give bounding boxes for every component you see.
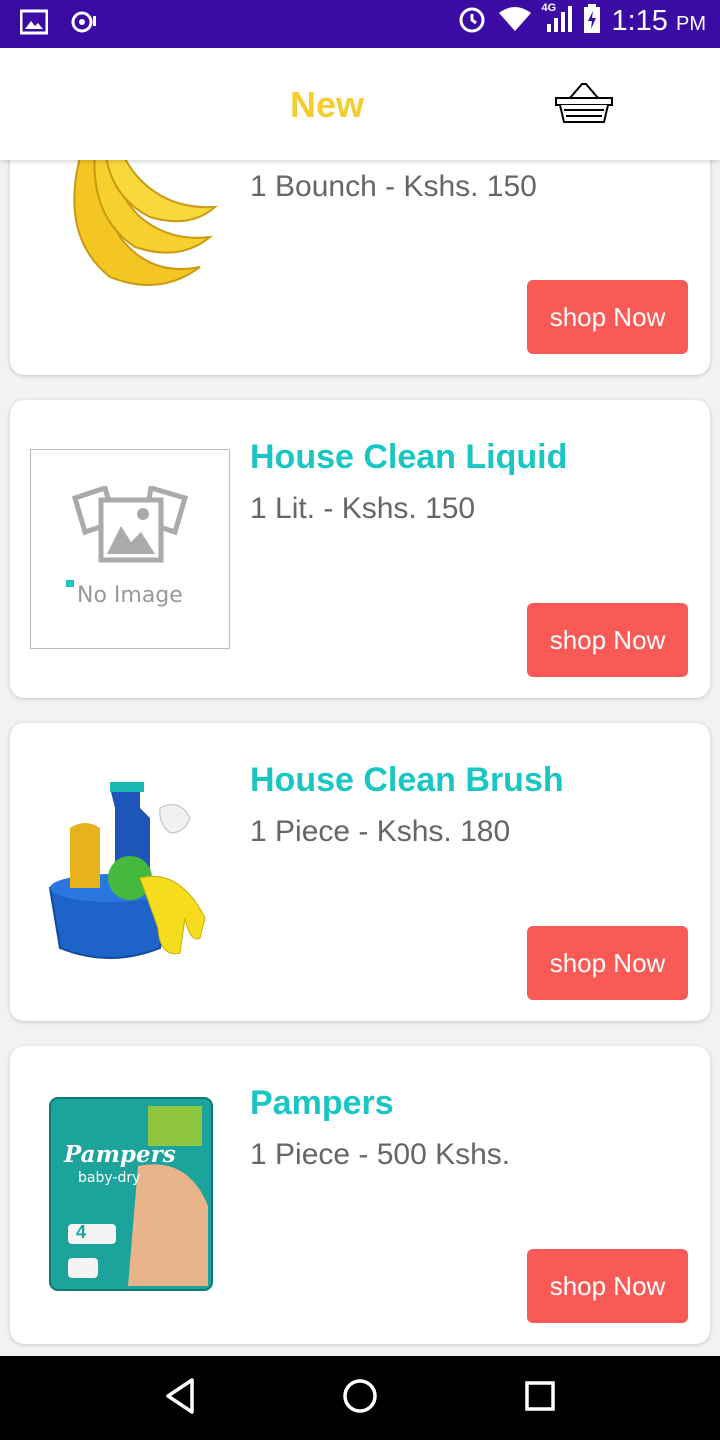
product-list[interactable]: 1 Bounch - Kshs. 150 shop Now No Image H…: [0, 160, 720, 1356]
recents-icon[interactable]: [522, 1376, 558, 1421]
shop-now-button[interactable]: shop Now: [527, 1249, 688, 1323]
product-name: House Clean Liquid: [250, 438, 568, 476]
status-bar: 4G 1:15 PM: [0, 0, 720, 48]
product-name: Pampers: [250, 1084, 394, 1122]
no-image-placeholder: No Image: [30, 449, 230, 649]
clock-ampm: PM: [676, 13, 706, 35]
product-desc: 1 Bounch - Kshs. 150: [250, 170, 537, 203]
shop-now-button[interactable]: shop Now: [527, 280, 688, 354]
shop-now-button[interactable]: shop Now: [527, 926, 688, 1000]
page-title: New: [290, 84, 365, 125]
placeholder-dot: [66, 580, 74, 587]
navigation-bar: [0, 1356, 720, 1440]
back-icon[interactable]: [162, 1376, 198, 1421]
product-desc: 1 Piece - 500 Kshs.: [250, 1138, 511, 1171]
pack-sub: baby-dry: [78, 1170, 141, 1186]
pack-size: 4: [76, 1222, 87, 1242]
app-bar: New: [0, 48, 720, 160]
product-card: 1 Bounch - Kshs. 150 shop Now: [10, 160, 710, 375]
broken-image-icon: [71, 484, 191, 581]
banana-image: [50, 160, 250, 337]
battery-icon: [583, 4, 601, 39]
shop-now-button[interactable]: shop Now: [527, 603, 688, 677]
location-icon: [70, 8, 98, 41]
product-card: No Image House Clean Liquid 1 Lit. - Ksh…: [10, 400, 710, 698]
pampers-pack-image: Pampers baby-dry 4: [48, 1096, 248, 1296]
no-image-text: No Image: [77, 583, 183, 608]
basket-icon[interactable]: [552, 80, 616, 133]
product-desc: 1 Lit. - Kshs. 150: [250, 492, 476, 525]
clock-time: 1:15: [611, 5, 668, 37]
signal-icon: 4G: [541, 2, 573, 39]
network-type: 4G: [541, 2, 557, 14]
image-icon: [19, 8, 49, 41]
product-card: House Clean Brush 1 Piece - Kshs. 180 sh…: [10, 723, 710, 1021]
alarm-icon: [457, 4, 487, 39]
product-desc: 1 Piece - Kshs. 180: [250, 815, 511, 848]
pack-brand: Pampers: [64, 1141, 176, 1168]
wifi-icon: [497, 5, 533, 38]
product-name: House Clean Brush: [250, 761, 564, 799]
clock: 1:15 PM: [611, 5, 706, 38]
product-card: Pampers baby-dry 4 Pampers 1 Piece - 500…: [10, 1046, 710, 1344]
cleaning-bucket-image: [40, 778, 240, 978]
home-icon[interactable]: [342, 1376, 378, 1421]
